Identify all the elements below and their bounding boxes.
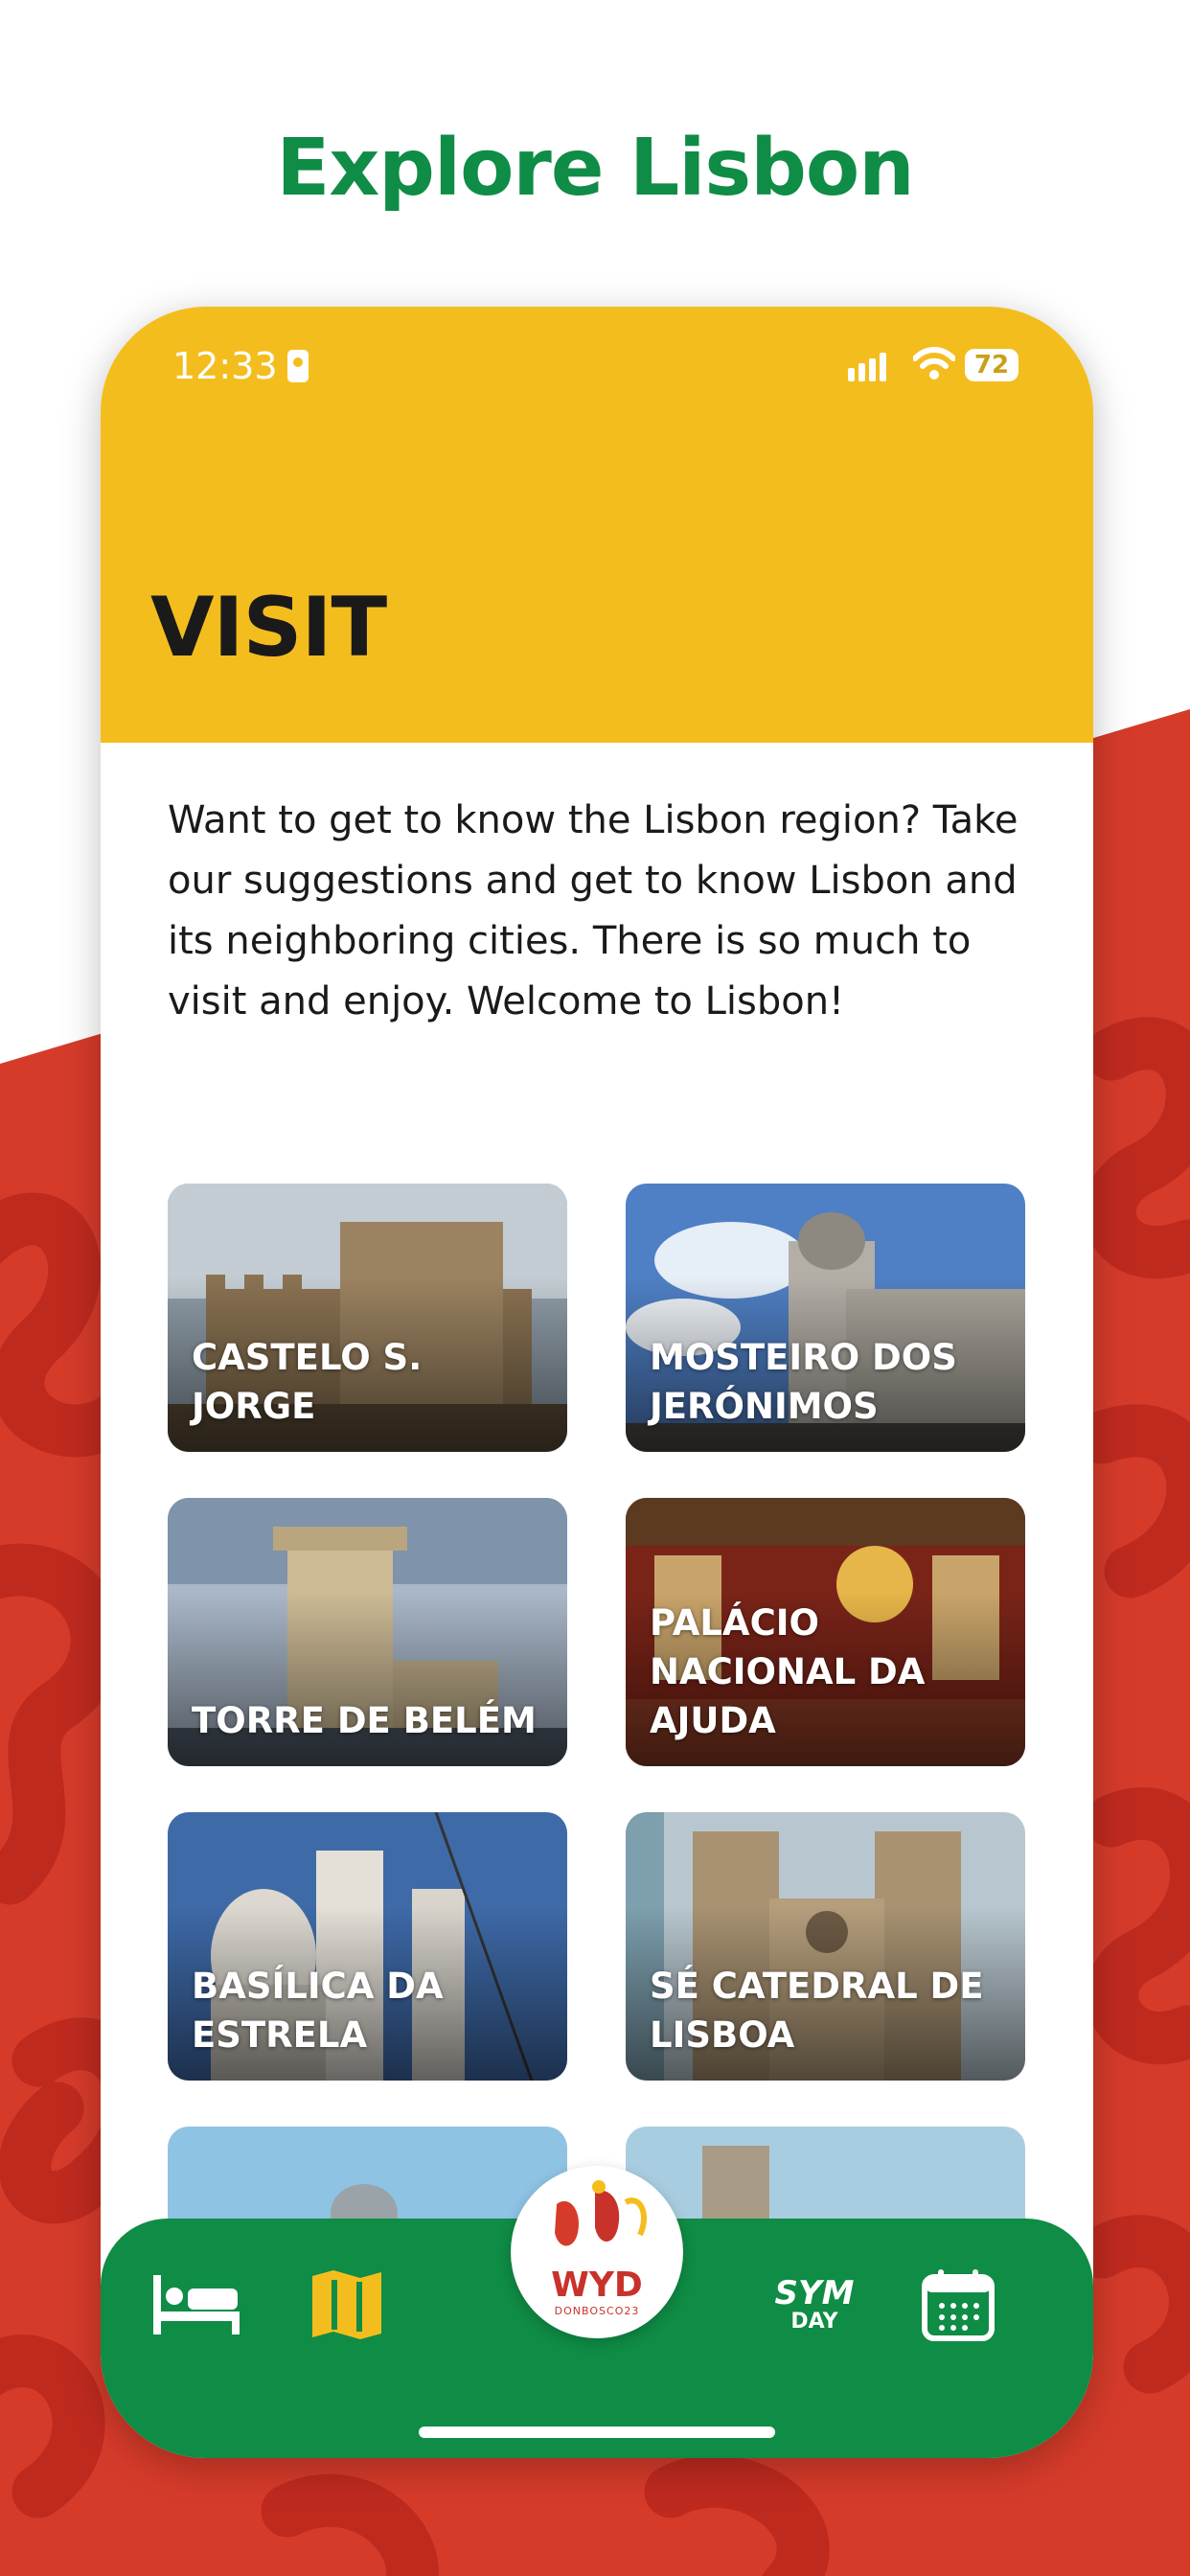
place-card-estrela[interactable]: BASÍLICA DA ESTRELA [168, 1812, 567, 2081]
place-label: TORRE DE BELÉM [192, 1700, 537, 1741]
status-bar: 12:33 72 [101, 345, 1093, 402]
phone-mockup: 12:33 72 VISIT Want to get to know the L… [101, 307, 1093, 2458]
tab-visit[interactable] [294, 2252, 400, 2358]
day-label: DAY [790, 2310, 838, 2334]
place-card-se[interactable]: SÉ CATEDRAL DE LISBOA [626, 1812, 1025, 2081]
place-label: CASTELO S. JORGE [192, 1337, 423, 1427]
place-card-castelo[interactable]: CASTELO S. JORGE [168, 1184, 567, 1452]
bed-icon [153, 2275, 240, 2334]
sym-label: SYM [774, 2274, 855, 2312]
place-card-ajuda[interactable]: PALÁCIO NACIONAL DA AJUDA [626, 1498, 1025, 1766]
wyd-logo-button[interactable]: WYD DONBOSCO23 [511, 2166, 683, 2338]
place-card-torre[interactable]: TORRE DE BELÉM [168, 1498, 567, 1766]
screen-header: 12:33 72 VISIT [101, 307, 1093, 743]
signal-icon [848, 353, 886, 381]
map-icon [312, 2270, 381, 2339]
wyd-logo-text: WYD [551, 2266, 643, 2305]
wyd-logo [555, 2180, 647, 2246]
calendar-icon [922, 2269, 995, 2341]
place-label: BASÍLICA DA ESTRELA [192, 1966, 444, 2056]
screen-title: VISIT [150, 580, 387, 676]
tab-sym-day[interactable]: SYM DAY [762, 2252, 867, 2358]
intro-text: Want to get to know the Lisbon region? T… [168, 798, 1018, 1024]
bottom-tab-bar: WYD DONBOSCO23 SYM DAY [101, 2166, 1093, 2458]
page-headline: Explore Lisbon [276, 123, 914, 214]
wifi-icon [913, 347, 955, 380]
place-label: SÉ CATEDRAL DE LISBOA [650, 1966, 984, 2056]
wyd-logo-subtitle: DONBOSCO23 [554, 2305, 640, 2317]
status-time: 12:33 [172, 345, 278, 387]
place-label: PALÁCIO NACIONAL DA AJUDA [650, 1602, 926, 1741]
battery-icon: 72 [965, 349, 1018, 381]
contact-badge-icon [287, 350, 309, 382]
home-indicator [419, 2426, 775, 2438]
tab-accommodation[interactable] [144, 2252, 249, 2358]
sym-day-icon: SYM DAY [775, 2277, 855, 2333]
place-label: MOSTEIRO DOS JERÓNIMOS [650, 1337, 957, 1427]
tab-calendar[interactable] [905, 2252, 1011, 2358]
place-card-jeronimos[interactable]: MOSTEIRO DOS JERÓNIMOS [626, 1184, 1025, 1452]
